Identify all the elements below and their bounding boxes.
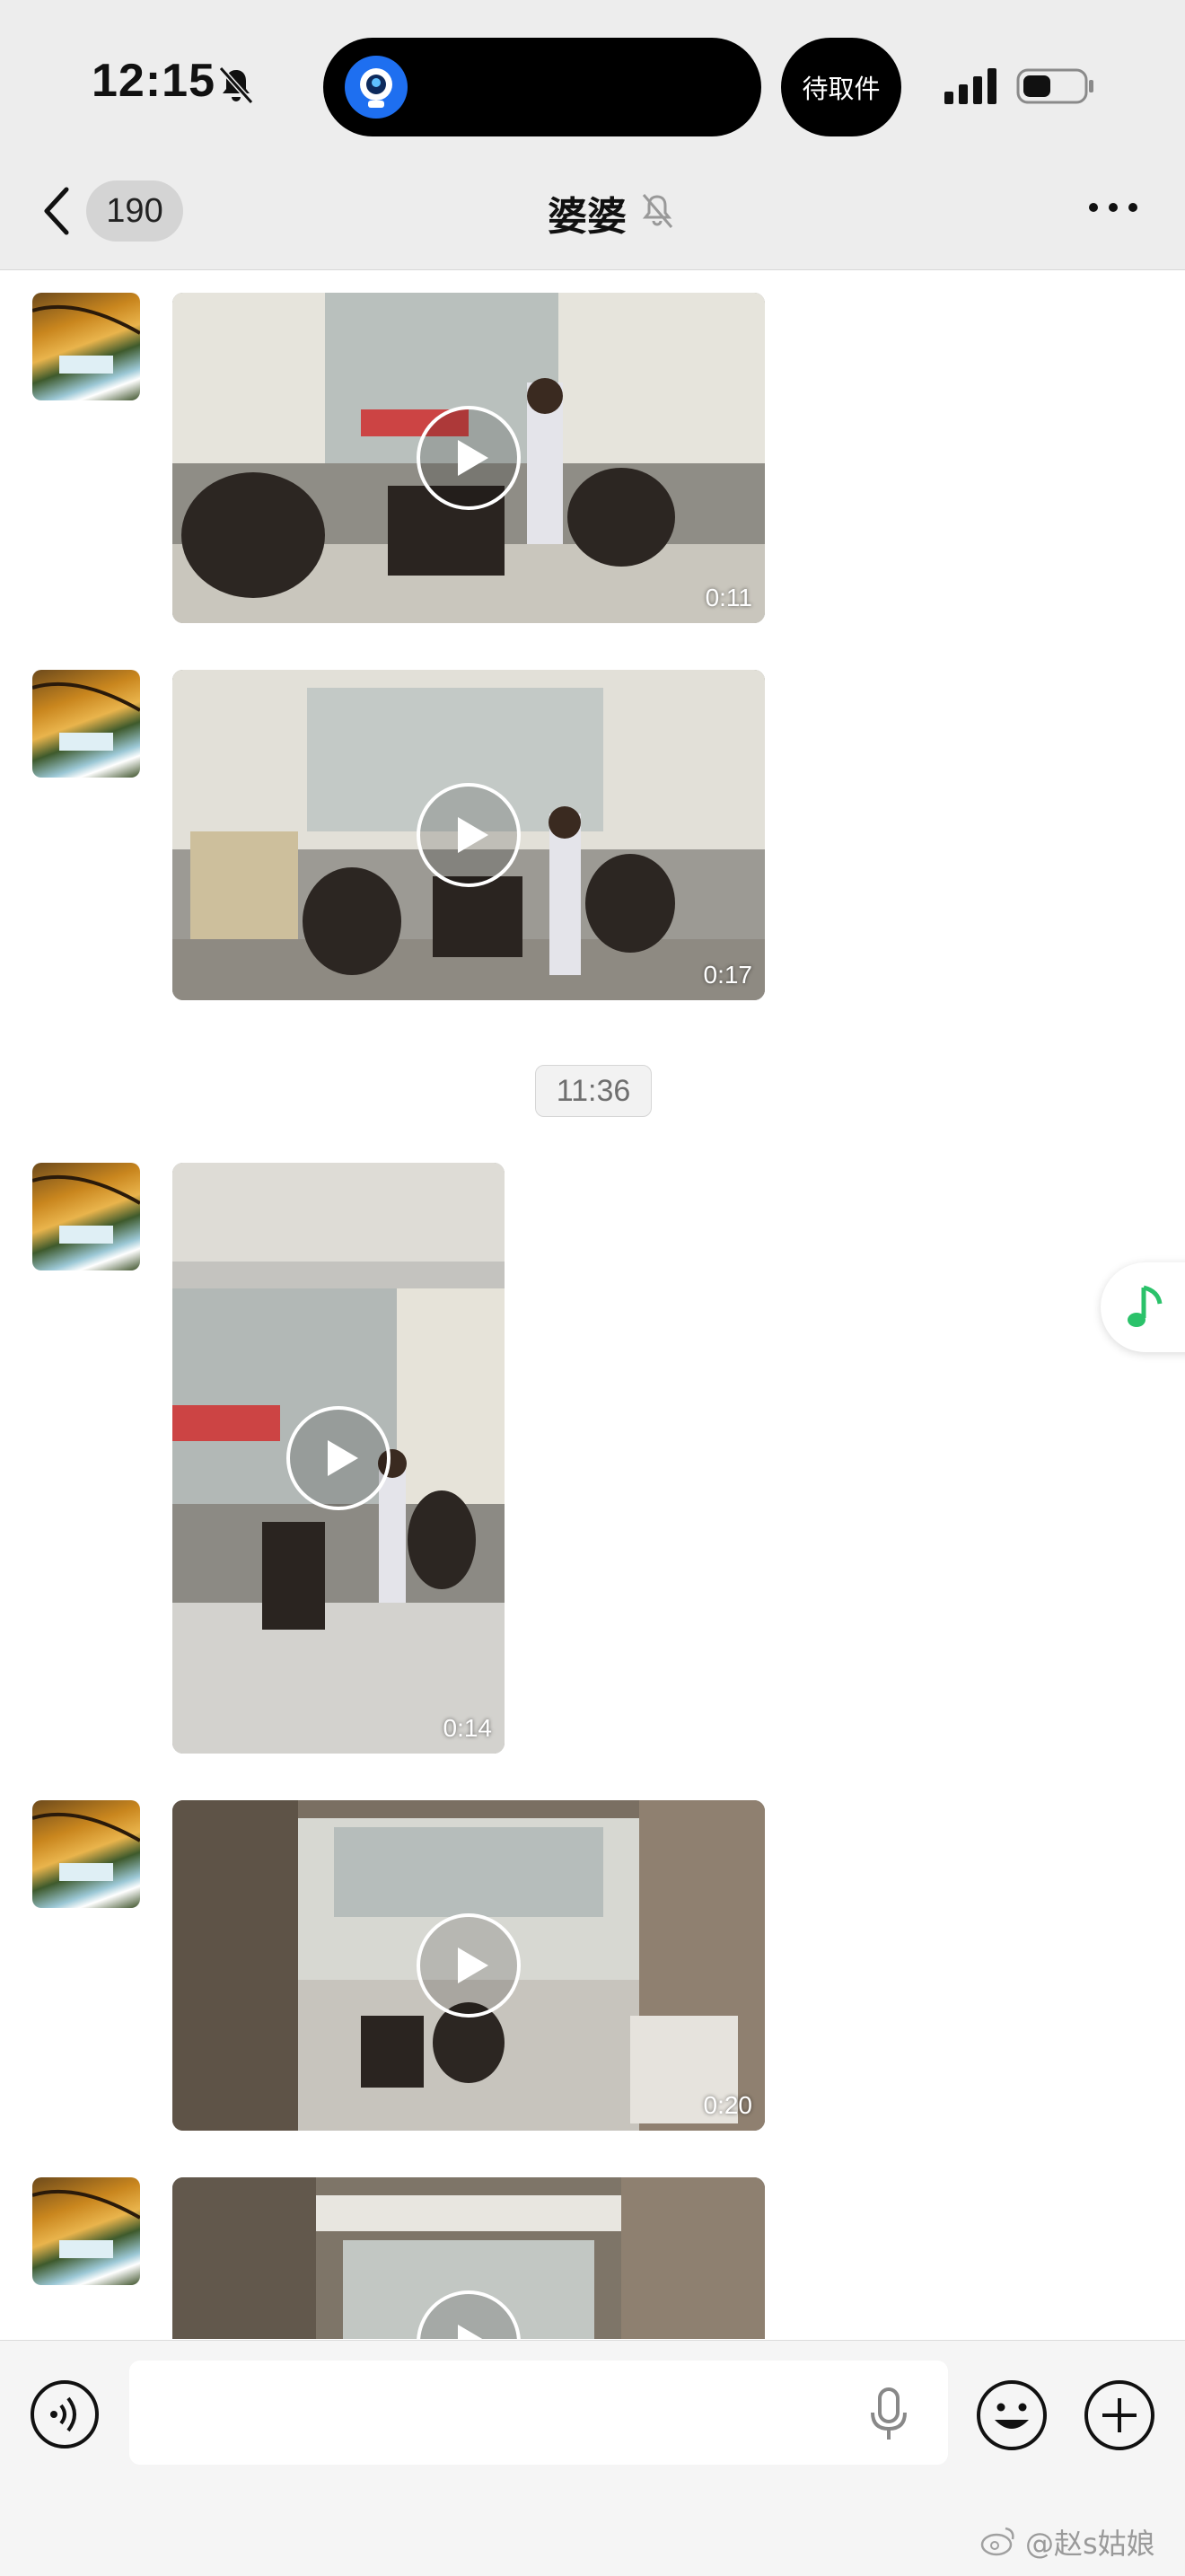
pickup-pill[interactable]: 待取件 xyxy=(781,38,901,136)
play-icon[interactable] xyxy=(415,1912,522,2019)
message-video: 0:17 xyxy=(0,670,1185,1002)
video-thumbnail[interactable]: 0:11 xyxy=(172,293,765,623)
voice-mode-icon[interactable] xyxy=(29,2378,101,2450)
status-time: 12:15 xyxy=(92,55,215,107)
video-duration: 0:17 xyxy=(703,961,753,989)
mute-bell-icon xyxy=(642,194,673,228)
message-video xyxy=(0,2177,1185,2339)
cellular-signal-icon xyxy=(944,68,996,104)
contact-avatar[interactable] xyxy=(32,293,140,400)
play-icon[interactable] xyxy=(415,404,522,512)
video-duration: 0:14 xyxy=(443,1714,493,1742)
watermark-text: @赵s姑娘 xyxy=(1025,2527,1155,2561)
chat-header: 190 婆婆 xyxy=(0,157,1185,270)
back-icon[interactable] xyxy=(40,184,72,238)
chat-title: 婆婆 xyxy=(548,194,627,240)
play-icon[interactable] xyxy=(415,2289,522,2339)
video-thumbnail[interactable]: 0:17 xyxy=(172,670,765,1000)
message-video: 0:11 xyxy=(0,293,1185,625)
message-video: 0:14 xyxy=(0,1163,1185,1755)
microphone-icon[interactable] xyxy=(865,2386,912,2443)
video-duration: 0:20 xyxy=(703,2091,753,2119)
contact-avatar[interactable] xyxy=(32,670,140,778)
emoji-icon[interactable] xyxy=(975,2378,1049,2452)
contact-avatar[interactable] xyxy=(32,1163,140,1270)
message-input[interactable] xyxy=(129,2361,948,2465)
play-icon[interactable] xyxy=(415,781,522,889)
battery-icon xyxy=(1016,68,1093,104)
video-thumbnail[interactable] xyxy=(172,2177,765,2339)
more-actions-plus-icon[interactable] xyxy=(1083,2378,1156,2452)
weibo-logo-icon xyxy=(980,2527,1014,2556)
video-thumbnail[interactable]: 0:20 xyxy=(172,1800,765,2131)
bell-off-icon xyxy=(218,66,254,105)
floating-music-button[interactable] xyxy=(1101,1262,1185,1352)
play-icon[interactable] xyxy=(285,1404,392,1512)
video-duration: 0:11 xyxy=(705,584,752,611)
message-video: 0:20 xyxy=(0,1800,1185,2132)
status-bar: 12:15 待取件 xyxy=(0,0,1185,157)
contact-avatar[interactable] xyxy=(32,1800,140,1908)
dynamic-island[interactable] xyxy=(323,38,761,136)
app-activity-icon[interactable] xyxy=(345,56,408,119)
music-note-icon xyxy=(1128,1285,1163,1327)
message-timestamp: 11:36 xyxy=(535,1065,652,1117)
more-options-icon[interactable] xyxy=(1086,198,1140,216)
video-thumbnail[interactable]: 0:14 xyxy=(172,1163,505,1754)
unread-count-badge[interactable]: 190 xyxy=(86,180,183,242)
contact-avatar[interactable] xyxy=(32,2177,140,2285)
